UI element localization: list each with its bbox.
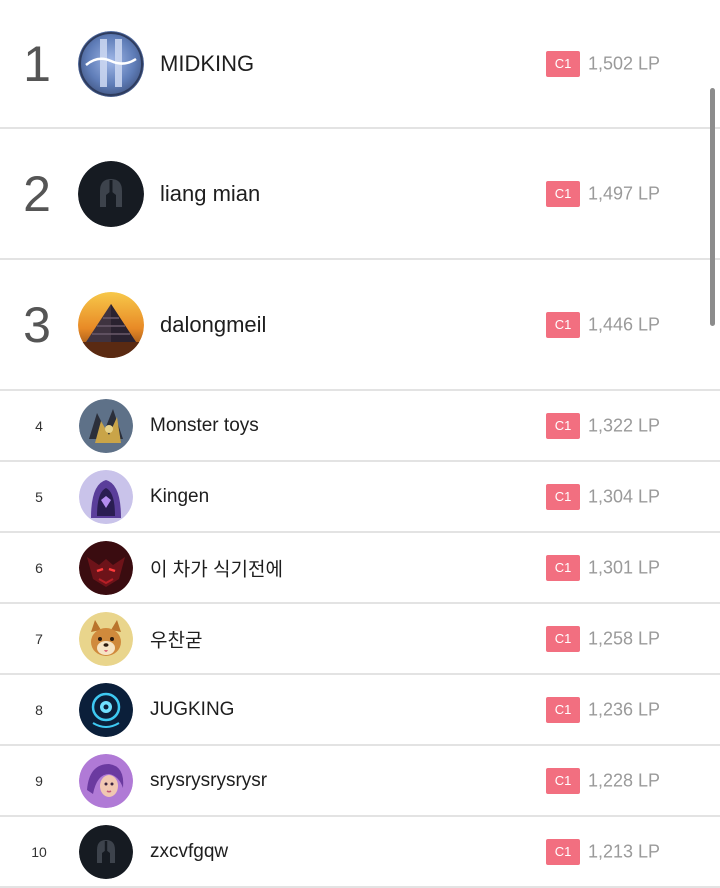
leaderboard-row-6[interactable]: 6 이 차가 식기전에 C1 1,301 LP [0,533,720,604]
lp-value: 1,236 LP [588,699,661,719]
leaderboard-row-7[interactable]: 7 우찬굳 C1 1,258 LP [0,604,720,675]
lp-value: 1,304 LP [588,486,661,506]
leaderboard-list: 1 MIDKING C1 1,502 LP 2 liang mian C1 1,… [0,0,720,888]
rank-number: 2 [23,165,51,222]
player-name[interactable]: MIDKING [160,51,254,77]
helmet-icon[interactable] [79,824,133,879]
tier-badge: C1 [546,696,580,723]
monster-icon[interactable] [79,398,133,453]
rank-number: 1 [23,35,51,92]
lp-value: 1,213 LP [588,841,661,861]
lp-value: 1,446 LP [588,314,661,334]
lp-value: 1,497 LP [588,183,661,203]
tier-badge: C1 [546,625,580,652]
rank-number: 5 [35,488,43,505]
tier-badge: C1 [546,412,580,439]
leaderboard-row-10[interactable]: 10 zxcvfgqw C1 1,213 LP [0,817,720,888]
demon-icon[interactable] [79,540,133,595]
player-name[interactable]: 우찬굳 [150,625,202,652]
helmet-icon[interactable] [78,160,144,227]
player-name[interactable]: Monster toys [150,415,259,437]
player-name[interactable]: liang mian [160,181,260,207]
rank-number: 8 [35,701,43,718]
rank-number: 7 [35,630,43,647]
player-name[interactable]: JUGKING [150,699,234,721]
rank-number: 6 [35,559,43,576]
player-name[interactable]: zxcvfgqw [150,841,228,863]
leaderboard-row-8[interactable]: 8 JUGKING C1 1,236 LP [0,675,720,746]
cyber-eye-icon[interactable] [79,682,133,737]
leaderboard-row-9[interactable]: 9 srysrysrysrysr C1 1,228 LP [0,746,720,817]
rank-number: 10 [31,843,47,860]
lp-value: 1,502 LP [588,53,661,73]
player-name[interactable]: dalongmeil [160,312,266,338]
tier-badge: C1 [546,767,580,794]
lp-value: 1,301 LP [588,557,661,577]
leaderboard-row-1[interactable]: 1 MIDKING C1 1,502 LP [0,0,720,129]
dog-icon[interactable] [79,611,133,666]
tier-badge: C1 [546,50,580,77]
rank-number: 9 [35,772,43,789]
tier-badge: C1 [546,838,580,865]
purple-hair-icon[interactable] [79,753,133,808]
tier-badge: C1 [546,180,580,207]
leaderboard-row-4[interactable]: 4 Monster toys C1 1,322 LP [0,391,720,462]
player-name[interactable]: srysrysrysrysr [150,770,267,792]
player-name[interactable]: Kingen [150,486,209,508]
lp-value: 1,322 LP [588,415,661,435]
leaderboard-row-3[interactable]: 3 dalongmeil C1 1,446 LP [0,260,720,391]
tier-badge: C1 [546,554,580,581]
scrollbar-thumb[interactable] [710,88,715,326]
lp-value: 1,258 LP [588,628,661,648]
leaderboard-row-2[interactable]: 2 liang mian C1 1,497 LP [0,129,720,260]
hooded-figure-icon[interactable] [79,469,133,524]
lp-value: 1,228 LP [588,770,661,790]
player-name[interactable]: 이 차가 식기전에 [150,554,283,581]
rank-number: 4 [35,417,43,434]
tier-badge: C1 [546,311,580,338]
shieldmaker-icon[interactable] [78,30,144,97]
rank-number: 3 [23,296,51,353]
tier-badge: C1 [546,483,580,510]
pyramid-icon[interactable] [78,291,144,358]
leaderboard-row-5[interactable]: 5 Kingen C1 1,304 LP [0,462,720,533]
